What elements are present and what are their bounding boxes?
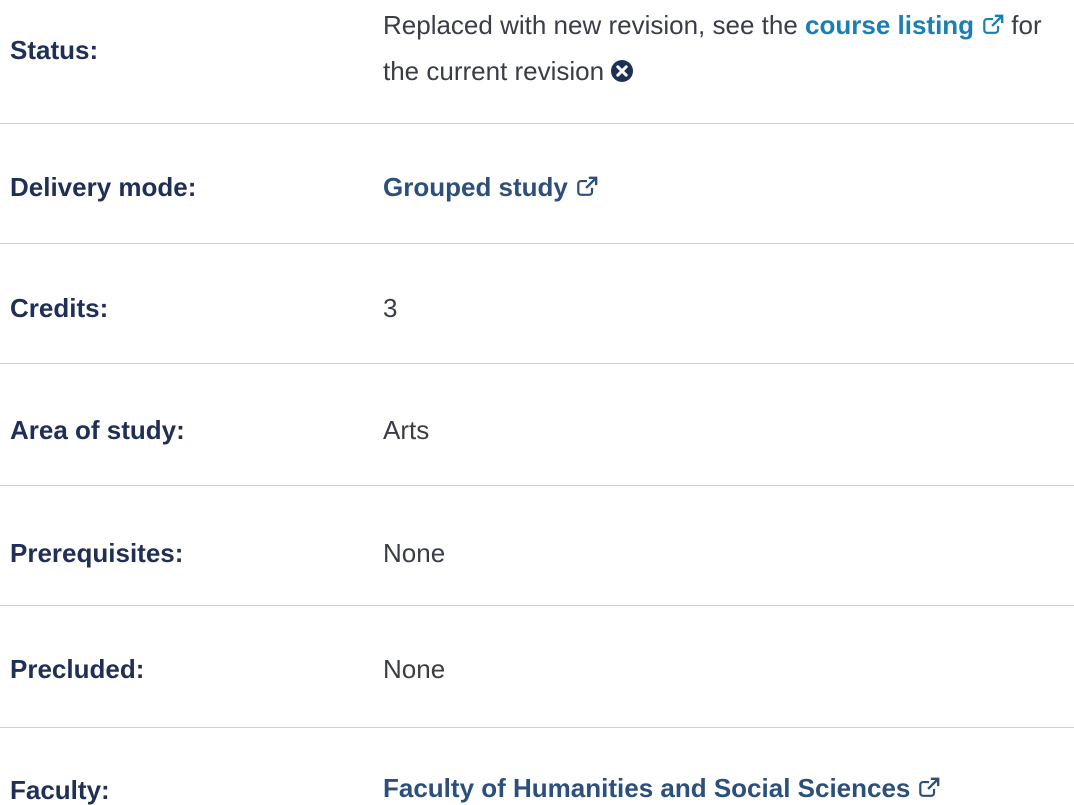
row-precluded: Precluded: None xyxy=(0,606,1074,728)
faculty-value: Faculty of Humanities and Social Science… xyxy=(383,773,911,803)
delivery-mode-value: Grouped study xyxy=(383,172,568,202)
row-area-of-study: Area of study: Arts xyxy=(0,364,1074,486)
credits-label: Credits: xyxy=(10,293,109,323)
course-listing-link[interactable]: course listing xyxy=(805,10,1005,40)
course-listing-link-text-1: course xyxy=(805,10,891,40)
course-details-table: Status: Replaced with new revision, see … xyxy=(0,0,1074,804)
credits-value: 3 xyxy=(383,293,398,323)
precluded-label: Precluded: xyxy=(10,654,145,684)
row-faculty: Faculty: Faculty of Humanities and Socia… xyxy=(0,728,1074,804)
external-link-icon xyxy=(983,14,1005,34)
external-link-icon xyxy=(577,176,598,196)
status-value: Replaced with new revision, see the cour… xyxy=(383,2,1053,94)
course-listing-link-text-2: listing xyxy=(897,10,975,40)
status-text-before: Replaced with new revision, see the xyxy=(383,10,806,40)
row-status: Status: Replaced with new revision, see … xyxy=(0,0,1074,124)
external-link-icon xyxy=(919,777,941,797)
area-of-study-label: Area of study: xyxy=(10,415,185,445)
delivery-mode-label: Delivery mode: xyxy=(10,172,197,202)
row-credits: Credits: 3 xyxy=(0,244,1074,364)
faculty-label: Faculty: xyxy=(10,775,110,805)
area-of-study-value: Arts xyxy=(383,415,430,445)
precluded-value: None xyxy=(383,654,446,684)
faculty-link[interactable]: Faculty of Humanities and Social Science… xyxy=(383,773,941,803)
close-circle-icon[interactable] xyxy=(610,59,634,83)
prerequisites-value: None xyxy=(383,538,446,568)
status-label: Status: xyxy=(10,35,99,65)
row-delivery-mode: Delivery mode: Grouped study xyxy=(0,124,1074,244)
delivery-mode-link[interactable]: Grouped study xyxy=(383,174,598,200)
prerequisites-label: Prerequisites: xyxy=(10,538,184,568)
row-prerequisites: Prerequisites: None xyxy=(0,486,1074,606)
